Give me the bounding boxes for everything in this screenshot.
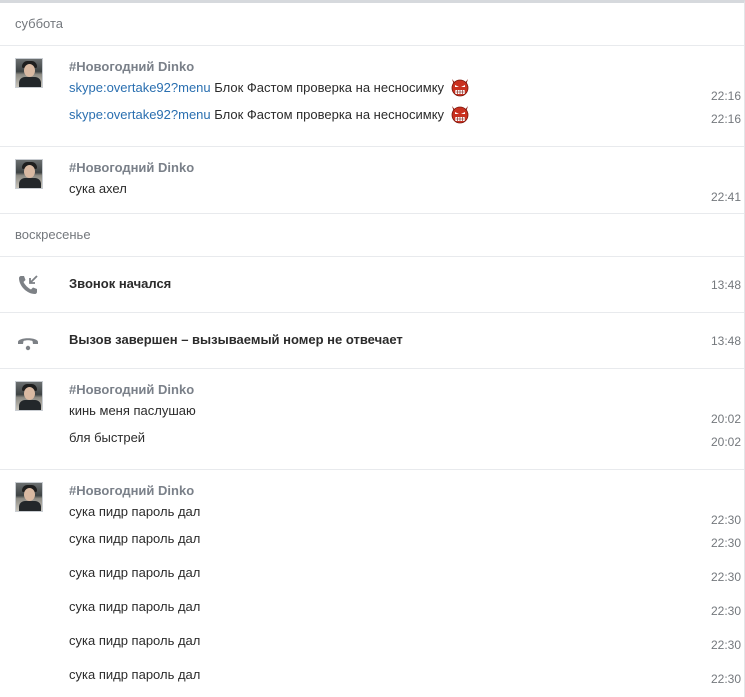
- message-time: 22:30: [710, 672, 741, 686]
- message-text: сука пидр пароль дал: [69, 531, 201, 546]
- message-line: сука пидр пароль дал 22:30: [69, 630, 744, 664]
- message-text: сука пидр пароль дал: [69, 504, 201, 519]
- message-text: сука ахел: [69, 181, 127, 196]
- skype-link[interactable]: skype:overtake92?menu: [69, 107, 211, 122]
- skype-link[interactable]: skype:overtake92?menu: [69, 80, 211, 95]
- call-status-text: Звонок начался: [69, 276, 172, 291]
- message-line: сука пидр пароль дал 22:30: [69, 528, 744, 562]
- message-group: #Новогодний Dinko сука ахел 22:41: [0, 147, 744, 214]
- message-text: Блок Фастом проверка на несносимку: [210, 107, 445, 122]
- avatar[interactable]: [15, 381, 43, 411]
- message-line: сука пидр пароль дал 22:30: [69, 500, 744, 528]
- day-separator-saturday: суббота: [0, 3, 744, 46]
- chat-history[interactable]: суббота #Новогодний Dinko skype:overtake…: [0, 0, 745, 697]
- call-status-text: Вызов завершен – вызываемый номер не отв…: [69, 332, 403, 347]
- sender-name[interactable]: #Новогодний Dinko: [69, 381, 744, 399]
- call-event-started: Звонок начался 13:48: [0, 257, 744, 313]
- message-time: 22:30: [710, 570, 741, 584]
- avatar[interactable]: [15, 482, 43, 512]
- avatar[interactable]: [15, 58, 43, 88]
- message-group: #Новогодний Dinko сука пидр пароль дал 2…: [0, 470, 744, 697]
- message-line: бля быстрей 20:02: [69, 427, 744, 461]
- message-text: сука пидр пароль дал: [69, 565, 201, 580]
- message-text: Блок Фастом проверка на несносимку: [210, 80, 445, 95]
- incoming-call-icon: [19, 275, 38, 294]
- devil-emoji-icon: [451, 79, 469, 97]
- day-separator-sunday: воскресенье: [0, 214, 744, 257]
- message-group: #Новогодний Dinko кинь меня паслушаю 20:…: [0, 369, 744, 470]
- devil-emoji-icon: [451, 106, 469, 124]
- message-time: 22:30: [710, 604, 741, 618]
- message-line: сука пидр пароль дал 22:30: [69, 562, 744, 596]
- message-time: 22:30: [710, 536, 741, 550]
- call-event-ended: Вызов завершен – вызываемый номер не отв…: [0, 313, 744, 369]
- sender-name[interactable]: #Новогодний Dinko: [69, 58, 744, 76]
- sender-name[interactable]: #Новогодний Dinko: [69, 159, 744, 177]
- message-time: 20:02: [710, 435, 741, 449]
- avatar[interactable]: [15, 159, 43, 189]
- message-time: 22:16: [710, 112, 741, 126]
- message-text: сука пидр пароль дал: [69, 633, 201, 648]
- message-time: 22:41: [710, 190, 741, 204]
- call-time: 13:48: [710, 334, 741, 348]
- hangup-icon: [18, 338, 38, 351]
- message-line: skype:overtake92?menu Блок Фастом провер…: [69, 104, 744, 138]
- message-text: сука пидр пароль дал: [69, 599, 201, 614]
- message-line: skype:overtake92?menu Блок Фастом провер…: [69, 76, 744, 104]
- message-text: кинь меня паслушаю: [69, 403, 196, 418]
- message-line: сука пидр пароль дал 22:30: [69, 664, 744, 697]
- message-group: #Новогодний Dinko skype:overtake92?menu …: [0, 46, 744, 147]
- message-line: сука пидр пароль дал 22:30: [69, 596, 744, 630]
- call-time: 13:48: [710, 278, 741, 292]
- message-text: сука пидр пароль дал: [69, 667, 201, 682]
- message-line: кинь меня паслушаю 20:02: [69, 399, 744, 427]
- message-text: бля быстрей: [69, 430, 146, 445]
- message-time: 22:30: [710, 638, 741, 652]
- sender-name[interactable]: #Новогодний Dinko: [69, 482, 744, 500]
- message-line: сука ахел 22:41: [69, 177, 744, 211]
